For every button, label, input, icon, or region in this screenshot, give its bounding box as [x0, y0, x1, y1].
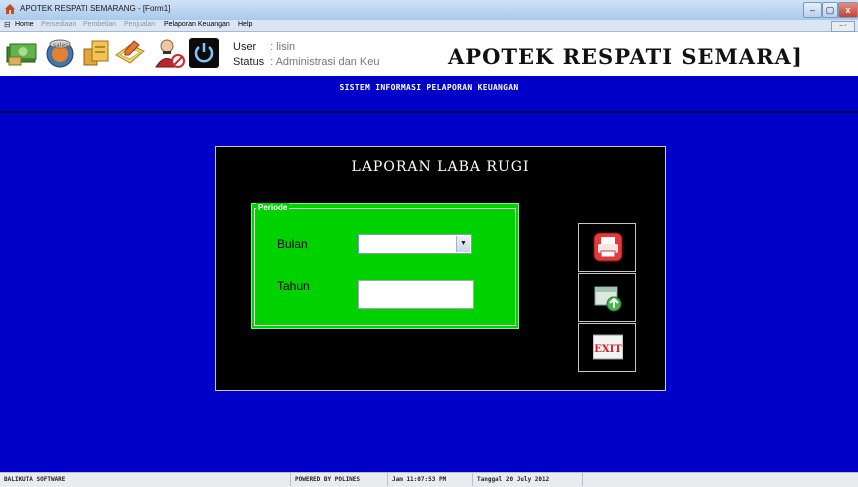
menu-pelaporan-keuangan[interactable]: Pelaporan Keuangan — [164, 21, 230, 28]
system-subtitle: SISTEM INFORMASI PELAPORAN KEUANGAN — [339, 83, 519, 92]
exit-icon: EXIT — [593, 334, 623, 360]
documents-icon[interactable] — [81, 37, 113, 69]
status-bar: BALIKUTA SOFTWARE POWERED BY POLINES Jam… — [0, 472, 858, 487]
menu-pembelian[interactable]: Pembelian — [83, 21, 116, 28]
minimize-button[interactable]: – — [803, 2, 822, 18]
exit-button[interactable]: EXIT — [578, 323, 636, 372]
status-label: Status — [233, 56, 265, 68]
status-powered: POWERED BY POLINES — [291, 473, 388, 486]
exit-text: EXIT — [594, 344, 622, 355]
svg-text:sales: sales — [53, 42, 68, 49]
group-border — [254, 208, 516, 209]
menu-help[interactable]: Help — [238, 21, 252, 28]
export-button[interactable] — [578, 273, 636, 322]
status-software: BALIKUTA SOFTWARE — [0, 473, 291, 486]
print-icon — [593, 232, 623, 262]
menu-penjualan[interactable]: Penjualan — [124, 21, 155, 28]
periode-legend: Periode — [256, 203, 290, 212]
bulan-select[interactable]: ▼ — [358, 234, 472, 254]
close-button[interactable]: x — [838, 2, 858, 18]
menu-persediaan[interactable]: Persediaan — [41, 21, 76, 28]
header-band — [0, 76, 858, 113]
maximize-button[interactable]: ▢ — [822, 2, 838, 18]
brand-title: APOTEK RESPATI SEMARA] — [448, 44, 803, 69]
user-info: User : lisin Status : Administrasi dan K… — [233, 40, 380, 70]
tahun-label: Tahun — [277, 279, 310, 293]
report-panel: LAPORAN LABA RUGI Periode Bulan ▼ Tahun — [215, 146, 666, 391]
export-icon — [594, 286, 622, 312]
status-date: Tanggal 20 July 2012 — [473, 473, 583, 486]
app-icon — [5, 4, 15, 14]
print-button[interactable] — [578, 223, 636, 272]
notebook-icon[interactable] — [114, 37, 146, 69]
report-title: LAPORAN LABA RUGI — [351, 159, 530, 175]
sales-icon[interactable]: sales — [44, 37, 76, 69]
group-border — [254, 325, 516, 326]
status-value: : Administrasi dan Keu — [270, 56, 380, 68]
ribbon-icon[interactable]: ⊟ — [4, 20, 11, 29]
tahun-input[interactable] — [358, 280, 474, 309]
toolbar: sales User : lisin Status : Administrasi… — [0, 32, 858, 76]
status-time: Jam 11:07:53 PM — [388, 473, 473, 486]
user-label: User — [233, 41, 257, 53]
power-icon[interactable] — [188, 37, 220, 69]
title-bar: APOTEK RESPATI SEMARANG - [Form1] – ▢ x — [0, 0, 858, 21]
chevron-down-icon[interactable]: ▼ — [456, 236, 470, 252]
mdi-controls[interactable]: – ▫ — [831, 21, 855, 32]
money-icon[interactable] — [6, 37, 38, 69]
menu-bar: ⊟ Home Persediaan Pembelian Penjualan Pe… — [0, 20, 858, 32]
menu-home[interactable]: Home — [15, 21, 34, 28]
user-delete-icon[interactable] — [154, 37, 186, 69]
group-border — [254, 208, 255, 326]
group-border — [515, 208, 516, 326]
user-value: : lisin — [270, 41, 296, 53]
window-title: APOTEK RESPATI SEMARANG - [Form1] — [20, 4, 171, 13]
bulan-label: Bulan — [277, 237, 308, 251]
periode-group: Periode Bulan ▼ Tahun — [251, 203, 519, 329]
